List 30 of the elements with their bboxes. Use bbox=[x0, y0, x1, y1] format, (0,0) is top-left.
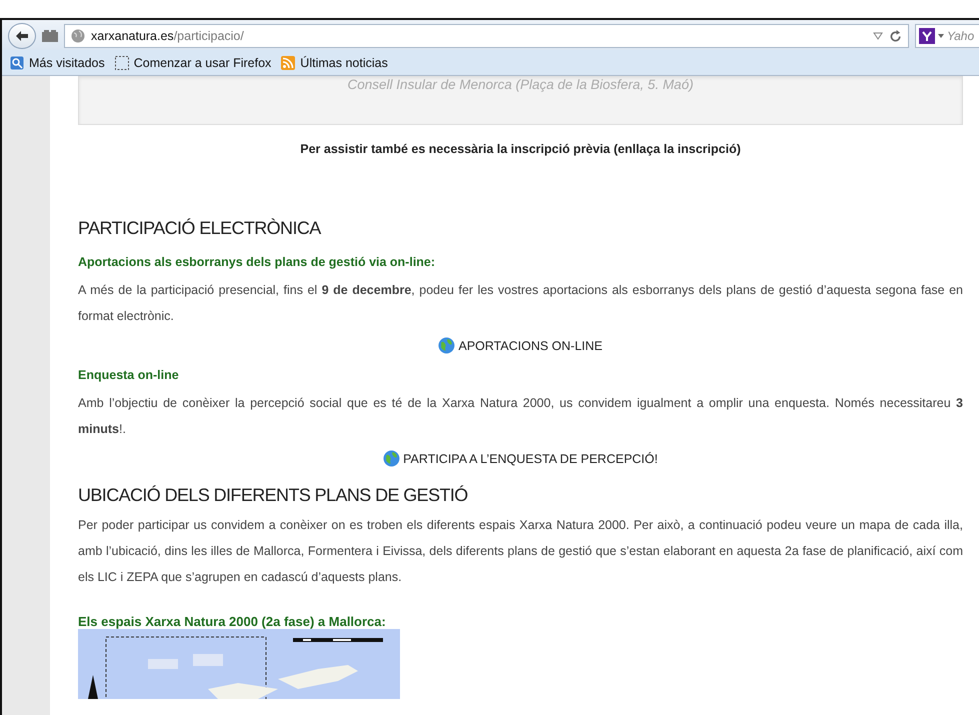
rss-icon bbox=[281, 56, 296, 70]
paragraph: A més de la participació presencial, fins el 9 de decembre, podeu fer les vostres aportacions als esborranys dels plans de gestió d’aquesta segona fase en format electrònic. bbox=[78, 282, 963, 325]
dropdown-icon[interactable] bbox=[873, 32, 883, 40]
registration-note: Per assistir també es necessària la inscripció prèvia (enllaça la inscripció) bbox=[299, 142, 742, 156]
subheading: Enquesta on-line bbox=[78, 368, 180, 382]
link[interactable]: APORTACIONS ON-LINE bbox=[438, 337, 602, 354]
search-engine-icon bbox=[919, 28, 935, 44]
globe-icon bbox=[71, 29, 85, 43]
globe-icon bbox=[383, 450, 400, 467]
section-heading: PARTICIPACIÓ ELECTRÒNICA bbox=[78, 218, 322, 239]
bookmark[interactable]: Comenzar a usar Firefox bbox=[114, 56, 272, 70]
caret-icon bbox=[938, 34, 944, 38]
tab-groups-icon[interactable] bbox=[42, 30, 58, 42]
bookmark[interactable]: Más visitados bbox=[10, 56, 105, 70]
notice-text: Consell Insular de Menorca (Plaça de la Biosfera, 5. Maó) bbox=[348, 76, 694, 92]
bookmark[interactable]: Últimas noticias bbox=[281, 56, 388, 70]
paragraph: Amb l’objectiu de conèixer la percepció social que es té de la Xarxa Natura 2000, us convidem igualment a omplir una enquesta. Només necessitareu 3 minuts!. bbox=[78, 395, 963, 438]
section-heading: UBICACIÓ DELS DIFERENTS PLANS DE GESTIÓ bbox=[78, 485, 469, 506]
page-icon bbox=[114, 56, 129, 70]
address-field[interactable]: xarxanatura.es/participacio/ bbox=[64, 24, 909, 48]
back-arrow-icon bbox=[15, 30, 29, 42]
subheading: Aportacions als esborranys dels plans de gestió via on-line: bbox=[78, 255, 436, 269]
search-icon bbox=[10, 56, 24, 70]
map-title: Els espais Xarxa Natura 2000 (2a fase) a Mallorca: bbox=[78, 614, 387, 629]
link[interactable]: PARTICIPA A L’ENQUESTA DE PERCEPCIÓ! bbox=[383, 450, 658, 467]
search-field[interactable]: Yaho bbox=[915, 24, 979, 48]
paragraph: Per poder participar us convidem a conèixer on es troben els diferents espais Xarxa Natura 2000. Per això, a continuació podeu veure un mapa de cada illa, amb l’ubicació, dins les illes de Mallorca, Formentera i Eivissa, dels diferents plans de gestió que s’estan elaborant en aquesta 2a fase de planificació, així com els LIC i ZEPA que s’agrupen en cadascú d’aquests plans. bbox=[78, 517, 963, 586]
globe-icon bbox=[438, 337, 456, 354]
reload-icon[interactable] bbox=[889, 30, 902, 42]
back-button[interactable] bbox=[8, 23, 36, 49]
